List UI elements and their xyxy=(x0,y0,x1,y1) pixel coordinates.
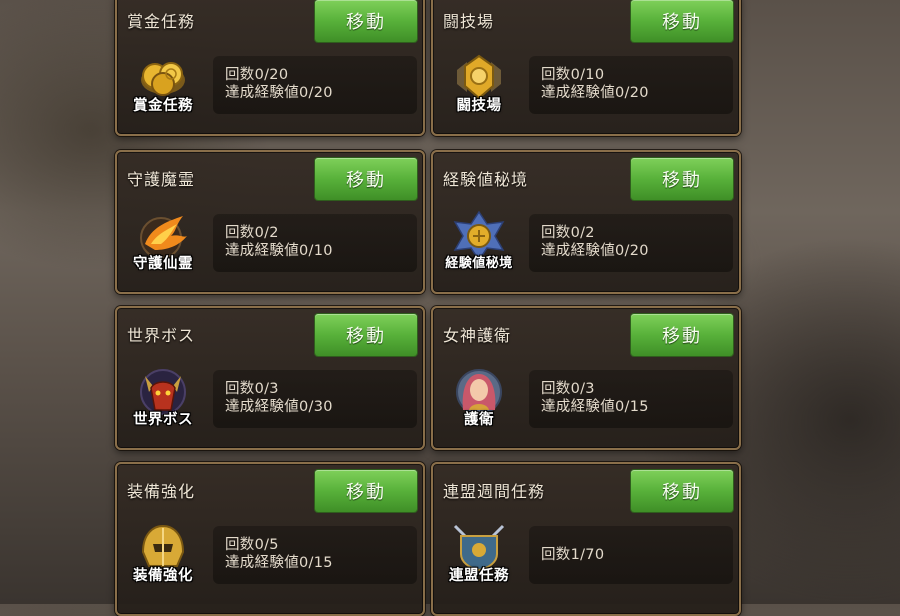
activity-icon[interactable]: 賞金任務 xyxy=(131,52,195,116)
activity-card-equipment-upgrade: 装備強化 移動 装備強化 回数0/5 達成経験値0/15 xyxy=(115,462,425,616)
move-button[interactable]: 移動 xyxy=(631,158,733,200)
move-button[interactable]: 移動 xyxy=(315,0,417,42)
activity-icon[interactable]: 連盟任務 xyxy=(447,522,511,586)
icon-caption: 賞金任務 xyxy=(133,98,193,114)
progress-panel: 回数0/2 達成経験値0/20 xyxy=(529,214,733,272)
activity-title: 世界ボス xyxy=(127,326,196,345)
activity-card-alliance-weekly: 連盟週間任務 移動 連盟任務 回数1/70 xyxy=(431,462,741,616)
activity-icon[interactable]: 守護仙霊 xyxy=(131,210,195,274)
activity-title: 女神護衛 xyxy=(443,326,512,345)
daily-activity-screen: { "move_label": "移動", "cards": [ {"title… xyxy=(0,0,900,616)
activity-card-bounty: 賞金任務 移動 賞金任務 回数0/20 達成経験値0/20 xyxy=(115,0,425,136)
activity-title: 装備強化 xyxy=(127,482,196,501)
activity-icon[interactable]: 装備強化 xyxy=(131,522,195,586)
icon-caption: 闘技場 xyxy=(456,98,502,114)
activity-title: 賞金任務 xyxy=(127,12,196,31)
exp-progress: 達成経験値0/20 xyxy=(225,85,333,101)
exp-progress: 達成経験値0/15 xyxy=(225,555,333,571)
progress-panel: 回数0/2 達成経験値0/10 xyxy=(213,214,417,272)
exp-progress: 達成経験値0/30 xyxy=(225,399,333,415)
progress-panel: 回数0/3 達成経験値0/30 xyxy=(213,370,417,428)
icon-caption: 装備強化 xyxy=(133,568,193,584)
activity-title: 闘技場 xyxy=(443,12,495,31)
move-button[interactable]: 移動 xyxy=(631,314,733,356)
icon-caption: 経験値秘境 xyxy=(445,256,513,271)
activity-card-exp-realm: 経験値秘境 移動 経験値秘境 回数0/2 達成経験値0/20 xyxy=(431,150,741,294)
progress-panel: 回数0/10 達成経験値0/20 xyxy=(529,56,733,114)
icon-caption: 守護仙霊 xyxy=(133,256,193,272)
activity-icon[interactable]: 護衛 xyxy=(447,366,511,430)
exp-progress: 達成経験値0/20 xyxy=(541,243,649,259)
move-button[interactable]: 移動 xyxy=(315,470,417,512)
activity-card-world-boss: 世界ボス 移動 世界ボス 回数0/3 達成経験値0/30 xyxy=(115,306,425,450)
icon-caption: 世界ボス xyxy=(133,412,193,428)
progress-panel: 回数0/5 達成経験値0/15 xyxy=(213,526,417,584)
move-button[interactable]: 移動 xyxy=(631,470,733,512)
progress-panel: 回数0/3 達成経験値0/15 xyxy=(529,370,733,428)
exp-progress: 達成経験値0/10 xyxy=(225,243,333,259)
activity-card-arena: 闘技場 移動 闘技場 回数0/10 達成経験値0/20 xyxy=(431,0,741,136)
exp-progress: 達成経験値0/15 xyxy=(541,399,649,415)
progress-panel: 回数0/20 達成経験値0/20 xyxy=(213,56,417,114)
activity-title: 連盟週間任務 xyxy=(443,482,546,501)
move-button[interactable]: 移動 xyxy=(315,314,417,356)
icon-caption: 護衛 xyxy=(464,412,494,428)
activity-icon[interactable]: 経験値秘境 xyxy=(445,210,512,274)
activity-card-guardian: 守護魔霊 移動 守護仙霊 回数0/2 達成経験値0/10 xyxy=(115,150,425,294)
icon-caption: 連盟任務 xyxy=(449,568,509,584)
activity-icon[interactable]: 世界ボス xyxy=(131,366,195,430)
move-button[interactable]: 移動 xyxy=(315,158,417,200)
activity-card-goddess-escort: 女神護衛 移動 護衛 回数0/3 達成経験値0/15 xyxy=(431,306,741,450)
move-button[interactable]: 移動 xyxy=(631,0,733,42)
progress-panel: 回数1/70 xyxy=(529,526,733,584)
activity-icon[interactable]: 闘技場 xyxy=(447,52,511,116)
exp-progress: 達成経験値0/20 xyxy=(541,85,649,101)
activity-title: 経験値秘境 xyxy=(443,170,529,189)
attempt-count: 回数1/70 xyxy=(541,547,605,563)
activity-title: 守護魔霊 xyxy=(127,170,196,189)
